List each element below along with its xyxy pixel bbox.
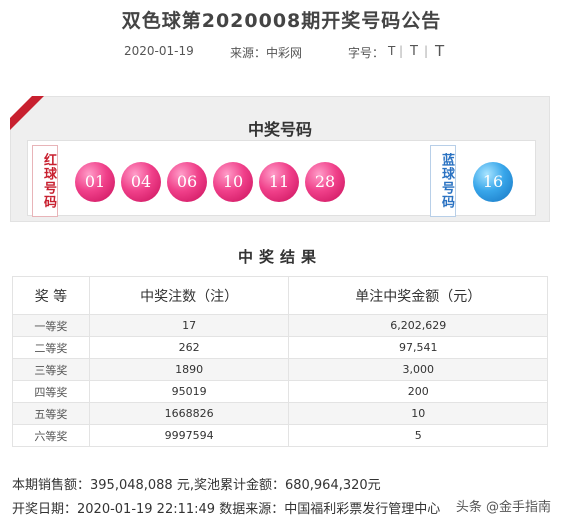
col-header-prize-level: 奖 等 (12, 276, 90, 315)
prize-amount-cell: 97,541 (288, 336, 548, 359)
winner-count-cell: 9997594 (88, 424, 290, 447)
col-header-prize-amount: 单注中奖金额（元） (288, 276, 548, 315)
sales-summary: 本期销售额：395,048,088 元,奖池累计金额：680,964,320元 (12, 478, 381, 493)
font-size-label: 字号： (348, 46, 385, 60)
winner-count-cell: 1890 (88, 358, 290, 381)
font-size-small-button[interactable]: T (388, 44, 395, 58)
winner-count-cell: 95019 (88, 380, 290, 403)
font-size-medium-button[interactable]: T (410, 44, 418, 59)
table-header-row: 奖 等 中奖注数（注） 单注中奖金额（元） (12, 276, 548, 315)
prize-amount-cell: 200 (288, 380, 548, 403)
prize-amount-cell: 5 (288, 424, 548, 447)
winner-count-cell: 1668826 (88, 402, 290, 425)
table-row: 二等奖 262 97,541 (12, 336, 548, 359)
winner-count-cell: 17 (88, 314, 290, 337)
source-watermark: 头条 @金手指南 (451, 494, 555, 517)
panel-corner-notch (10, 96, 32, 118)
prize-level-cell: 一等奖 (12, 314, 90, 337)
draw-info: 开奖日期：2020-01-19 22:11:49 数据来源：中国福利彩票发行管理… (12, 502, 441, 517)
winning-numbers-title: 中奖号码 (247, 120, 312, 139)
red-ball-label: 红球号码 (32, 145, 58, 217)
prize-level-cell: 二等奖 (12, 336, 90, 359)
table-row: 六等奖 9997594 5 (12, 424, 548, 447)
source-label: 来源：中彩网 (230, 46, 303, 60)
red-ball: 10 (213, 162, 253, 202)
winner-count-cell: 262 (88, 336, 290, 359)
publish-date: 2020-01-19 (124, 44, 194, 58)
font-size-large-button[interactable]: T (435, 42, 444, 60)
prize-level-cell: 四等奖 (12, 380, 90, 403)
results-title: 中奖结果 (237, 248, 322, 266)
table-row: 四等奖 95019 200 (12, 380, 548, 403)
red-ball: 28 (305, 162, 345, 202)
prize-amount-cell: 3,000 (288, 358, 548, 381)
watermark-text: 头条 @金手指南 (455, 500, 551, 515)
table-row: 五等奖 1668826 10 (12, 402, 548, 425)
table-row: 一等奖 17 6,202,629 (12, 314, 548, 337)
prize-level-cell: 六等奖 (12, 424, 90, 447)
font-size-separator: | (399, 44, 404, 58)
results-table: 奖 等 中奖注数（注） 单注中奖金额（元） 一等奖 17 6,202,629 二… (12, 276, 548, 447)
red-ball: 06 (167, 162, 207, 202)
prize-amount-cell: 10 (288, 402, 548, 425)
blue-ball-label: 蓝球号码 (430, 145, 456, 217)
prize-level-cell: 五等奖 (12, 402, 90, 425)
red-ball: 01 (75, 162, 115, 202)
table-row: 三等奖 1890 3,000 (12, 358, 548, 381)
col-header-winner-count: 中奖注数（注） (88, 276, 290, 315)
font-size-separator: | (424, 44, 429, 58)
page-title: 双色球第2020008期开奖号码公告 (121, 10, 442, 32)
red-ball: 11 (259, 162, 299, 202)
prize-amount-cell: 6,202,629 (288, 314, 548, 337)
prize-level-cell: 三等奖 (12, 358, 90, 381)
red-ball: 04 (121, 162, 161, 202)
blue-ball: 16 (473, 162, 513, 202)
